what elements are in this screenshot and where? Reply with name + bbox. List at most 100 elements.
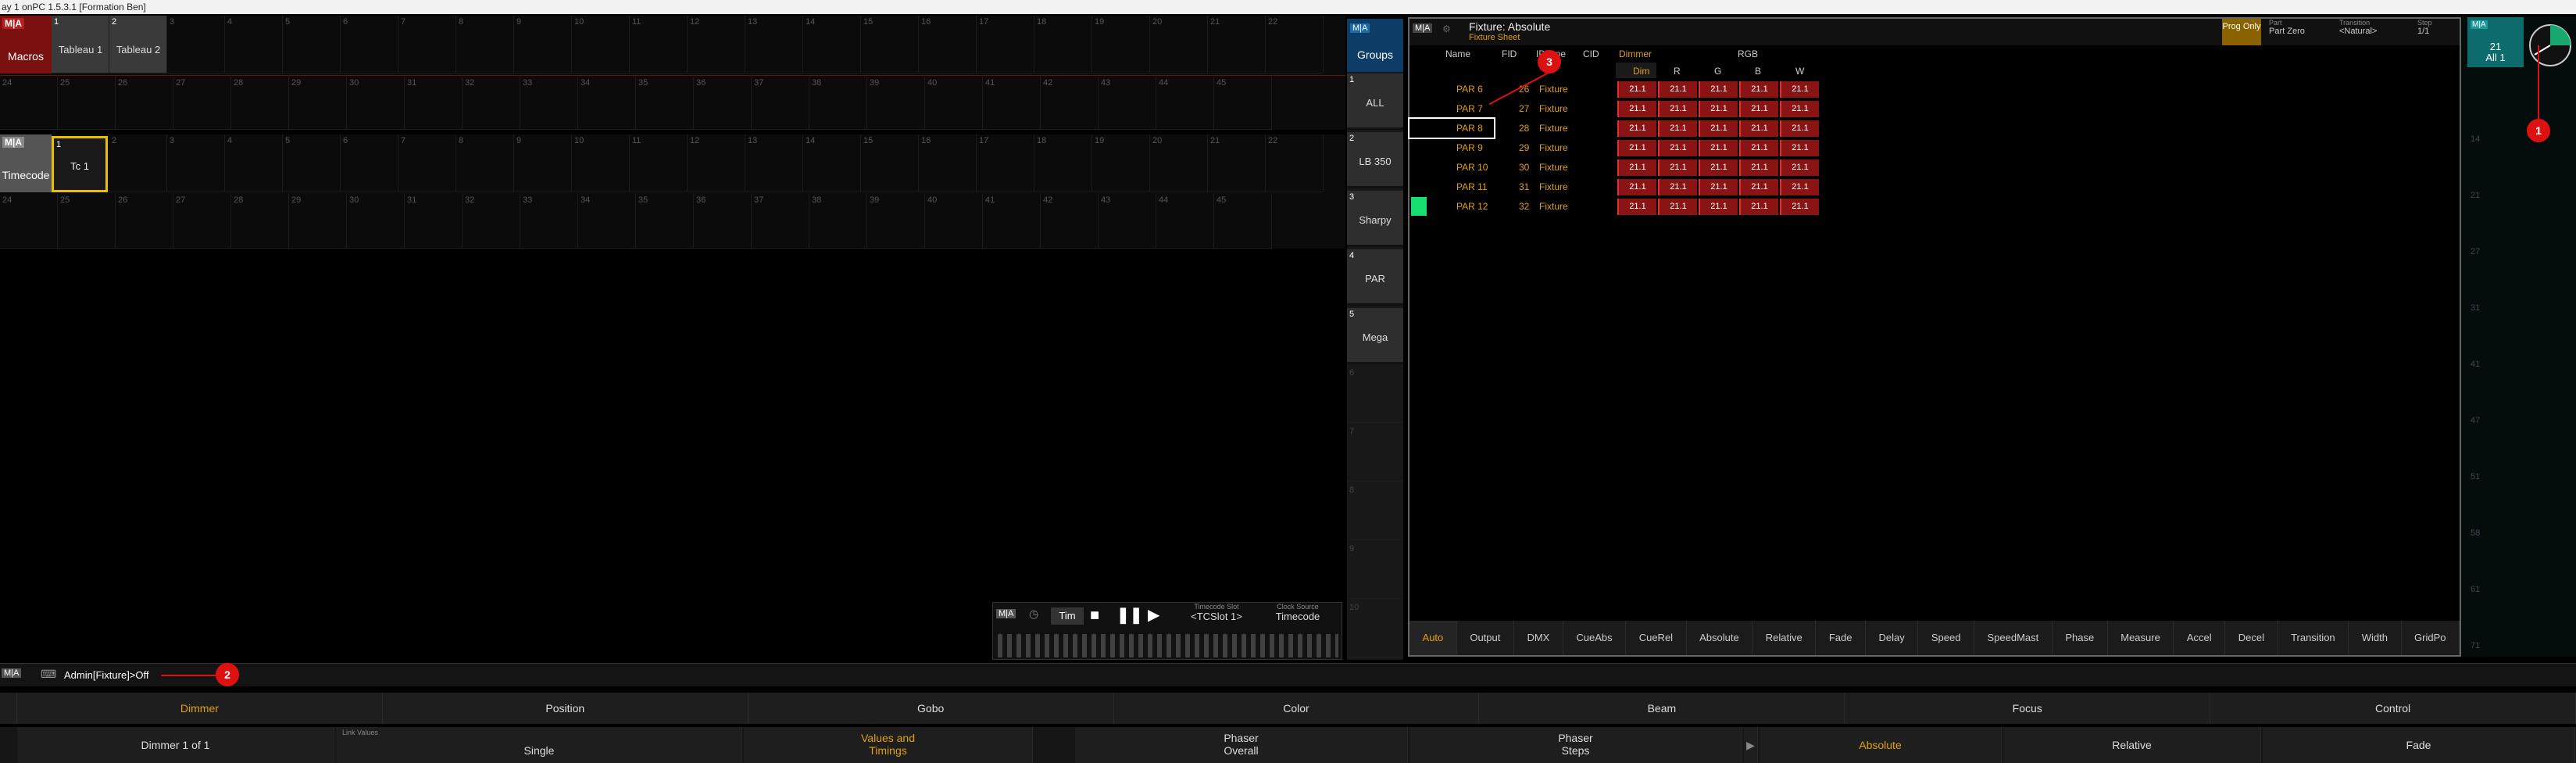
timecode-slot[interactable]: 35 [636, 194, 694, 249]
timecode-slot[interactable]: 12 [688, 134, 745, 192]
attr-value-cell[interactable]: 21.1 [1699, 101, 1738, 117]
timecode-item[interactable]: 1 Tc 1 [52, 136, 108, 192]
timecode-slot[interactable]: 20 [1150, 134, 1208, 192]
timecode-slot[interactable]: 17 [977, 134, 1034, 192]
attr-value-cell[interactable]: 21.1 [1617, 179, 1656, 195]
subcol-header[interactable]: W [1795, 66, 1804, 77]
attr-value-cell[interactable]: 21.1 [1658, 159, 1697, 176]
attr-value-cell[interactable]: 21.1 [1699, 199, 1738, 215]
macro-slot[interactable]: 7 [398, 16, 456, 73]
timecode-slot[interactable]: 22 [1266, 134, 1324, 192]
fixture-row[interactable]: PAR 10 30 Fixture 21.1 21.1 21.1 21.1 21.1 [1409, 158, 1847, 177]
timecode-slot[interactable]: 21 [1208, 134, 1266, 192]
macro-slot[interactable]: 10 [572, 16, 630, 73]
phaser-steps-button[interactable]: Phaser Steps [1409, 727, 1742, 763]
attr-value-cell[interactable]: 21.1 [1617, 199, 1656, 215]
tab-cuerel[interactable]: CueRel [1626, 621, 1687, 655]
attr-value-cell[interactable]: 21.1 [1617, 140, 1656, 156]
attr-value-cell[interactable]: 21.1 [1658, 179, 1697, 195]
pause-icon[interactable]: ❚❚ [1117, 607, 1143, 623]
timecode-slot[interactable]: 16 [919, 134, 977, 192]
macro-slot[interactable]: 14 [803, 16, 861, 73]
timecode-slot[interactable]: 44 [1156, 194, 1214, 249]
link-values-selector[interactable]: Link Values Single [336, 727, 742, 763]
part-selector[interactable]: Part Part Zero [2269, 19, 2336, 45]
tab-transition[interactable]: Transition [2278, 621, 2349, 655]
tab-decel[interactable]: Decel [2225, 621, 2278, 655]
fixture-row[interactable]: PAR 11 31 Fixture 21.1 21.1 21.1 21.1 21.1 [1409, 177, 1847, 196]
feature-dimmer[interactable]: Dimmer [17, 693, 383, 724]
timecode-slot[interactable]: 8 [456, 134, 514, 192]
attr-value-cell[interactable]: 21.1 [1699, 140, 1738, 156]
macro-slot[interactable]: 35 [636, 77, 694, 130]
timecode-slot[interactable]: 6 [341, 134, 398, 192]
timecode-slot[interactable]: 18 [1034, 134, 1092, 192]
timecode-slot[interactable]: 30 [347, 194, 405, 249]
macro-slot[interactable]: 43 [1099, 77, 1156, 130]
macro-slot[interactable]: 5 [283, 16, 341, 73]
group-mega[interactable]: 5 Mega [1347, 308, 1403, 364]
attr-value-cell[interactable]: 21.1 [1658, 101, 1697, 117]
macro-slot[interactable]: 12 [688, 16, 745, 73]
timecode-slot[interactable]: 38 [809, 194, 867, 249]
fixture-sheet-titlebar[interactable]: M|A ⚙ Fixture: Absolute Fixture Sheet Pr… [1409, 19, 2460, 45]
group-lb-350[interactable]: 2 LB 350 [1347, 132, 1403, 188]
fixture-row[interactable]: PAR 9 29 Fixture 21.1 21.1 21.1 21.1 21.1 [1409, 138, 1847, 157]
macro-slot[interactable]: 30 [347, 77, 405, 130]
attr-value-cell[interactable]: 21.1 [1780, 140, 1819, 156]
attr-value-cell[interactable]: 21.1 [1780, 81, 1819, 98]
macro-slot[interactable]: 20 [1150, 16, 1208, 73]
gear-icon[interactable]: ⚙ [1442, 23, 1451, 34]
feature-color[interactable]: Color [1113, 693, 1480, 724]
attr-value-cell[interactable]: 21.1 [1780, 159, 1819, 176]
timecode-slot[interactable]: 19 [1092, 134, 1150, 192]
timecode-slot[interactable]: 31 [405, 194, 463, 249]
step-selector[interactable]: Step 1/1 [2417, 19, 2456, 45]
tab-relative[interactable]: Relative [1752, 621, 1817, 655]
attr-value-cell[interactable]: 21.1 [1739, 120, 1778, 137]
timecode-slot[interactable]: 36 [694, 194, 752, 249]
macro-slot[interactable]: 22 [1266, 16, 1324, 73]
attr-value-cell[interactable]: 21.1 [1739, 81, 1778, 98]
fade-button[interactable]: Fade [2263, 727, 2575, 763]
timecode-slot[interactable]: 3 [167, 134, 225, 192]
macro-slot[interactable]: 11 [630, 16, 688, 73]
attr-value-cell[interactable]: 21.1 [1617, 159, 1656, 176]
macro-slot[interactable]: 33 [520, 77, 578, 130]
play-icon[interactable]: ▶ [1148, 607, 1159, 623]
arrow-right-icon[interactable]: ▶ [1744, 727, 1758, 763]
macro-slot[interactable]: 41 [983, 77, 1041, 130]
macro-slot[interactable]: 3 [167, 16, 225, 73]
macro-slot[interactable]: 6 [341, 16, 398, 73]
attr-value-cell[interactable]: 21.1 [1617, 101, 1656, 117]
group-slot[interactable]: 8 [1347, 484, 1403, 540]
col-name-header[interactable]: Name [1445, 48, 1470, 59]
subcol-header[interactable]: R [1674, 66, 1681, 77]
macro-slot[interactable]: 29 [289, 77, 347, 130]
macro-tile[interactable]: 1 Tableau 1 [52, 16, 109, 73]
macro-slot[interactable]: 19 [1092, 16, 1150, 73]
feature-beam[interactable]: Beam [1479, 693, 1845, 724]
group-sharpy[interactable]: 3 Sharpy [1347, 191, 1403, 247]
macro-pool-header[interactable]: M|A Macros [0, 16, 52, 73]
feature-position[interactable]: Position [382, 693, 749, 724]
attr-value-cell[interactable]: 21.1 [1739, 140, 1778, 156]
timecode-slot[interactable]: 29 [289, 194, 347, 249]
macro-slot[interactable]: 31 [405, 77, 463, 130]
timecode-slot[interactable]: 10 [572, 134, 630, 192]
col-cid-header[interactable]: CID [1583, 48, 1599, 59]
macro-slot[interactable]: 32 [463, 77, 520, 130]
macro-slot[interactable]: 38 [809, 77, 867, 130]
phaser-overall-button[interactable]: Phaser Overall [1075, 727, 1408, 763]
groups-header[interactable]: M|A Groups [1347, 19, 1403, 72]
fixture-row[interactable]: PAR 8 28 Fixture 21.1 21.1 21.1 21.1 21.1 [1408, 117, 1819, 139]
macro-slot[interactable]: 36 [694, 77, 752, 130]
feature-gobo[interactable]: Gobo [748, 693, 1114, 724]
macro-slot[interactable]: 21 [1208, 16, 1266, 73]
macro-slot[interactable]: 34 [578, 77, 636, 130]
tab-auto[interactable]: Auto [1409, 621, 1457, 655]
dial-widget[interactable] [2527, 17, 2575, 72]
attr-value-cell[interactable]: 21.1 [1780, 120, 1819, 137]
relative-button[interactable]: Relative [2003, 727, 2261, 763]
macro-slot[interactable]: 17 [977, 16, 1034, 73]
